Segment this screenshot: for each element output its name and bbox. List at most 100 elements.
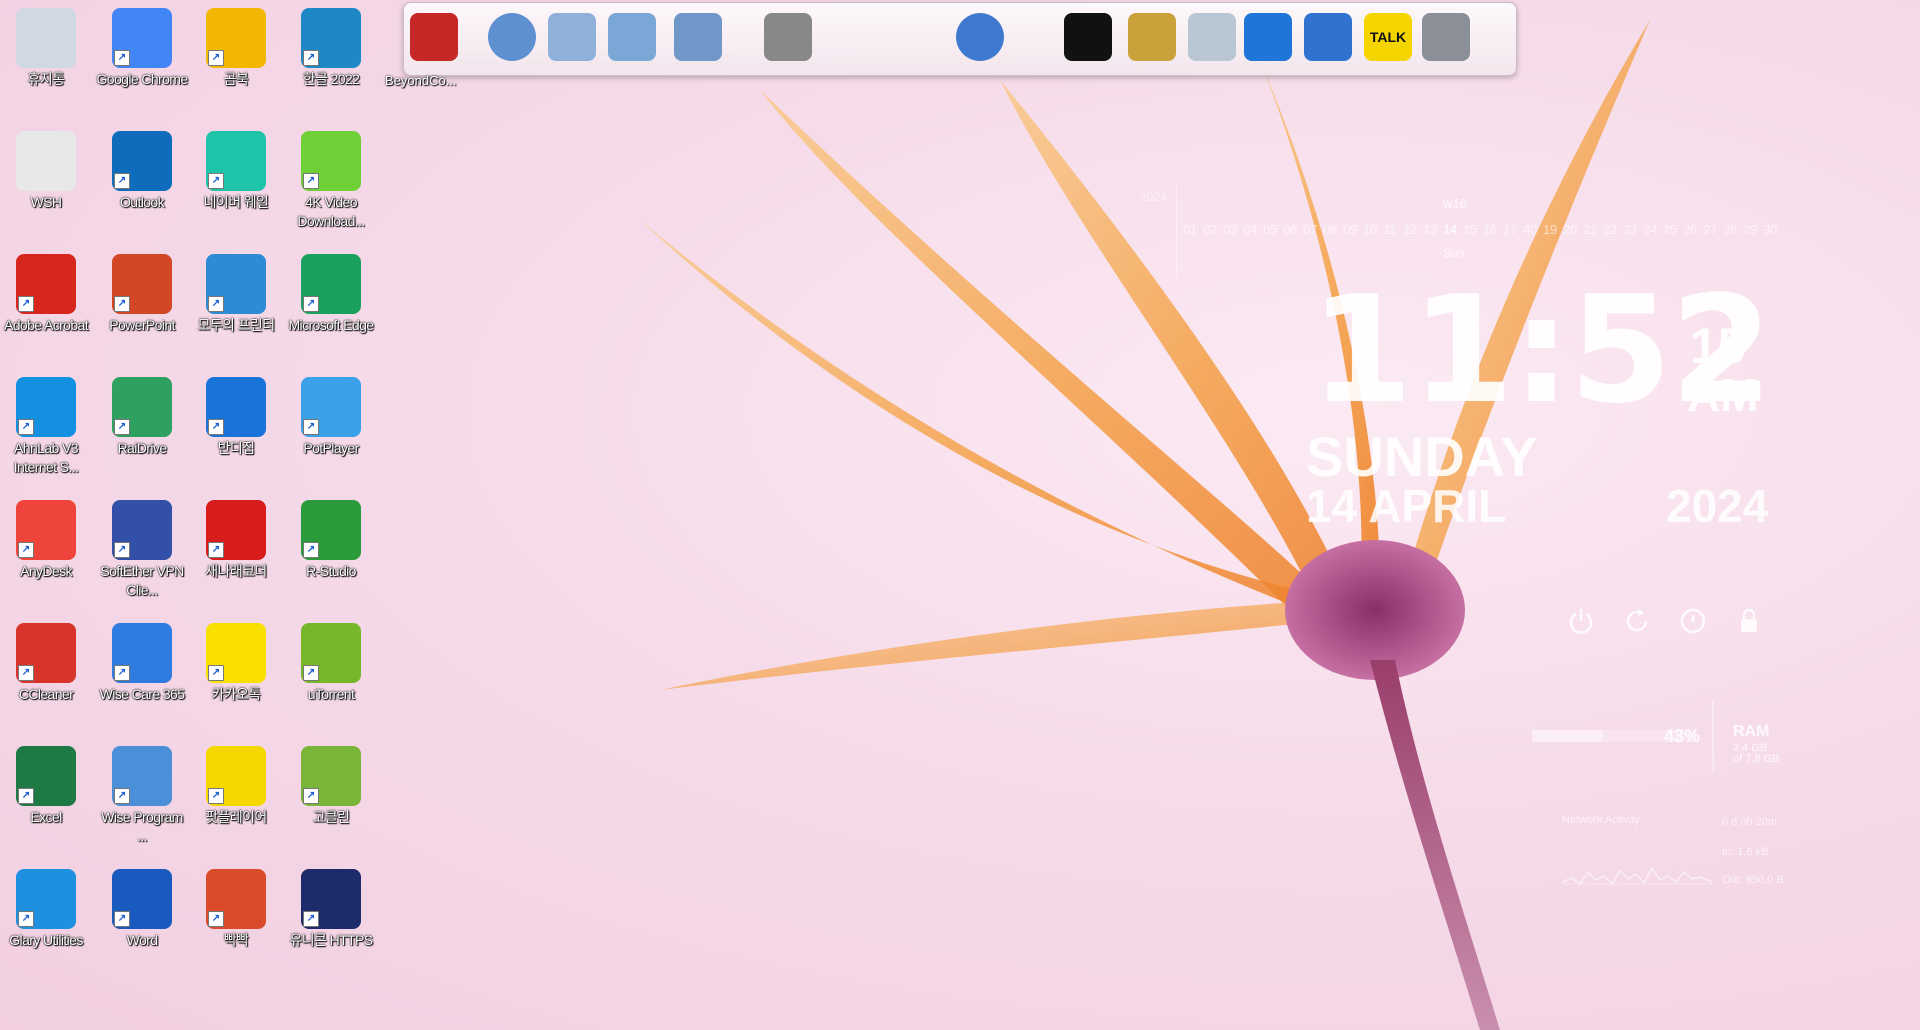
desktop-icon-chrome[interactable]: ↗ Google Chrome xyxy=(96,0,188,89)
shortcut-arrow-icon: ↗ xyxy=(303,665,319,681)
clock-weekday: SUNDAY xyxy=(1306,425,1538,488)
desktop-icon-hangul[interactable]: ↗ 한글 2022 xyxy=(285,0,377,89)
desktop-icon-outlook[interactable]: ↗ Outlook xyxy=(96,123,188,212)
desktop-icon-printer[interactable]: ↗ 모두의 프린터 xyxy=(190,246,282,335)
desktop-icon-word[interactable]: ↗ Word xyxy=(96,861,188,950)
calendar-day: 25 xyxy=(1663,222,1677,237)
shortcut-arrow-icon: ↗ xyxy=(114,296,130,312)
desktop-icon-label: 고클린 xyxy=(312,809,350,825)
desktop-icon-goclean[interactable]: ↗ 고클린 xyxy=(285,738,377,827)
desktop-icon-v3[interactable]: ↗ AhnLab V3 Internet S... xyxy=(0,369,92,477)
moon-icon[interactable] xyxy=(1240,9,1296,65)
desktop-icon-potplayer[interactable]: ↗ PotPlayer xyxy=(285,369,377,458)
desktop-icon-anydesk[interactable]: ↗ AnyDesk xyxy=(0,492,92,581)
calendar-day: 40 xyxy=(1523,222,1537,237)
calendar-year: 2024 xyxy=(1140,190,1167,204)
desktop-icon-coder[interactable]: ↗ 새나래코더 xyxy=(190,492,282,581)
desktop-icon-label: Microsoft Edge xyxy=(288,317,375,333)
powerpoint-icon: ↗ xyxy=(112,254,172,314)
desktop-icon-bandizip[interactable]: ↗ 반디집 xyxy=(190,369,282,458)
desktop-icon-ccleaner[interactable]: ↗ CCleaner xyxy=(0,615,92,704)
kakaotalk-icon[interactable]: TALK xyxy=(1360,9,1416,65)
dock-item-label: BeyondCo... xyxy=(385,73,457,88)
network-in: In: 1.6 kB xyxy=(1722,846,1769,858)
desktop-icon-unicorn-https[interactable]: ↗ 유니콘 HTTPS xyxy=(285,861,377,950)
clock-date: 14 APRIL xyxy=(1306,480,1507,532)
disc-burner-icon[interactable] xyxy=(406,9,462,65)
ram-percent: 43% xyxy=(1664,726,1701,746)
wrench-icon[interactable] xyxy=(1124,9,1180,65)
folder-large-icon[interactable] xyxy=(670,9,726,65)
desktop-icon-utorrent[interactable]: ↗ uTorrent xyxy=(285,615,377,704)
desktop-icon-stripes[interactable]: ↗ 빡빡 xyxy=(190,861,282,950)
uptime: 0 d 0h 20m xyxy=(1722,816,1778,828)
shortcut-arrow-icon: ↗ xyxy=(208,665,224,681)
restart-icon[interactable] xyxy=(1622,606,1652,636)
calendar-day: 05 xyxy=(1263,222,1277,237)
glary-icon: ↗ xyxy=(16,869,76,929)
desktop-icon-label: 휴지통 xyxy=(27,71,65,87)
desktop-icon-label: Wise Care 365 xyxy=(99,686,185,702)
network-globe-icon[interactable] xyxy=(484,9,540,65)
desktop-icon-label: 모두의 프린터 xyxy=(197,317,276,333)
desktop-icon-powerpoint[interactable]: ↗ PowerPoint xyxy=(96,246,188,335)
shortcut-arrow-icon: ↗ xyxy=(114,542,130,558)
desktop-icon-label: WSH xyxy=(30,194,62,210)
folder-network-icon[interactable] xyxy=(604,9,660,65)
desktop-icon-label: PotPlayer xyxy=(303,440,359,456)
desktop-icon-label: AhnLab V3 Internet S... xyxy=(13,440,79,475)
desktop-icon-wise-program[interactable]: ↗ Wise Program ... xyxy=(96,738,188,846)
calendar-day: 26 xyxy=(1683,222,1697,237)
folder-icon[interactable] xyxy=(544,9,600,65)
shortcut-arrow-icon: ↗ xyxy=(114,419,130,435)
desktop-icon-label: 카카오톡 xyxy=(211,686,261,702)
desktop-icon-video-download[interactable]: ↗ 4K Video Download... xyxy=(285,123,377,231)
utorrent-icon: ↗ xyxy=(301,623,361,683)
tshirt-icon[interactable] xyxy=(1060,9,1116,65)
desktop-icon-glary[interactable]: ↗ Glary Utilities xyxy=(0,861,92,950)
desktop-icon-wsh[interactable]: WSH xyxy=(0,123,92,212)
calendar-day: 24 xyxy=(1643,222,1657,237)
tools-hammer-icon[interactable] xyxy=(760,9,816,65)
desktop-icon-vpn[interactable]: ↗ SoftEther VPN Clie... xyxy=(96,492,188,600)
desktop-icon-wise-care[interactable]: ↗ Wise Care 365 xyxy=(96,615,188,704)
desktop-icon-rstudio[interactable]: ↗ R-Studio xyxy=(285,492,377,581)
registry-icon[interactable] xyxy=(1418,9,1474,65)
desktop-icon-acrobat[interactable]: ↗ Adobe Acrobat xyxy=(0,246,92,335)
calendar-day: 21 xyxy=(1583,222,1597,237)
desktop-icon-play[interactable]: ↗ 팟플레이어 xyxy=(190,738,282,827)
desktop-icon-kakaotalk[interactable]: ↗ 카카오톡 xyxy=(190,615,282,704)
power-icon[interactable] xyxy=(1566,606,1596,636)
desktop-icon-gombook[interactable]: ↗ 곰북 xyxy=(190,0,282,89)
recycle-bin-icon xyxy=(16,8,76,68)
shortcut-arrow-icon: ↗ xyxy=(114,911,130,927)
desktop-icon-label: Wise Program ... xyxy=(101,809,183,844)
desktop-icon-recycle-bin[interactable]: 휴지통 xyxy=(0,0,92,89)
network-activity-title: Network Activity xyxy=(1562,814,1640,826)
desktop-icon-label: Excel xyxy=(30,809,62,825)
desktop-icon-raidrive[interactable]: ↗ RaiDrive xyxy=(96,369,188,458)
wise-shield-icon[interactable] xyxy=(1300,9,1356,65)
desktop-icon-whale[interactable]: ↗ 네이버 웨일 xyxy=(190,123,282,212)
recycle-bin-icon[interactable] xyxy=(1184,9,1240,65)
earth-globe-icon[interactable] xyxy=(952,9,1008,65)
network-activity-graph xyxy=(1562,866,1712,886)
sleep-icon[interactable] xyxy=(1678,606,1708,636)
clock-year: 2024 xyxy=(1666,480,1769,532)
desktop-icon-edge[interactable]: ↗ Microsoft Edge xyxy=(285,246,377,335)
video-download-icon: ↗ xyxy=(301,131,361,191)
calendar-day: 14 xyxy=(1443,222,1457,237)
shortcut-arrow-icon: ↗ xyxy=(114,788,130,804)
desktop-icon-label: CCleaner xyxy=(18,686,74,702)
shortcut-arrow-icon: ↗ xyxy=(208,419,224,435)
printer-icon: ↗ xyxy=(206,254,266,314)
lock-icon[interactable] xyxy=(1734,606,1764,636)
desktop-icon-excel[interactable]: ↗ Excel xyxy=(0,738,92,827)
desktop-icon-label: 곰북 xyxy=(223,71,249,87)
ram-label: RAM xyxy=(1733,723,1770,740)
calendar-days-strip: 01 02 03 04 05 06 07 08 09 10 11 12 13 14 15 16 17 40 19 20… xyxy=(1180,222,1780,237)
gombook-icon: ↗ xyxy=(206,8,266,68)
kakaotalk-icon: ↗ xyxy=(206,623,266,683)
calendar-day: 16 xyxy=(1483,222,1497,237)
coder-icon: ↗ xyxy=(206,500,266,560)
